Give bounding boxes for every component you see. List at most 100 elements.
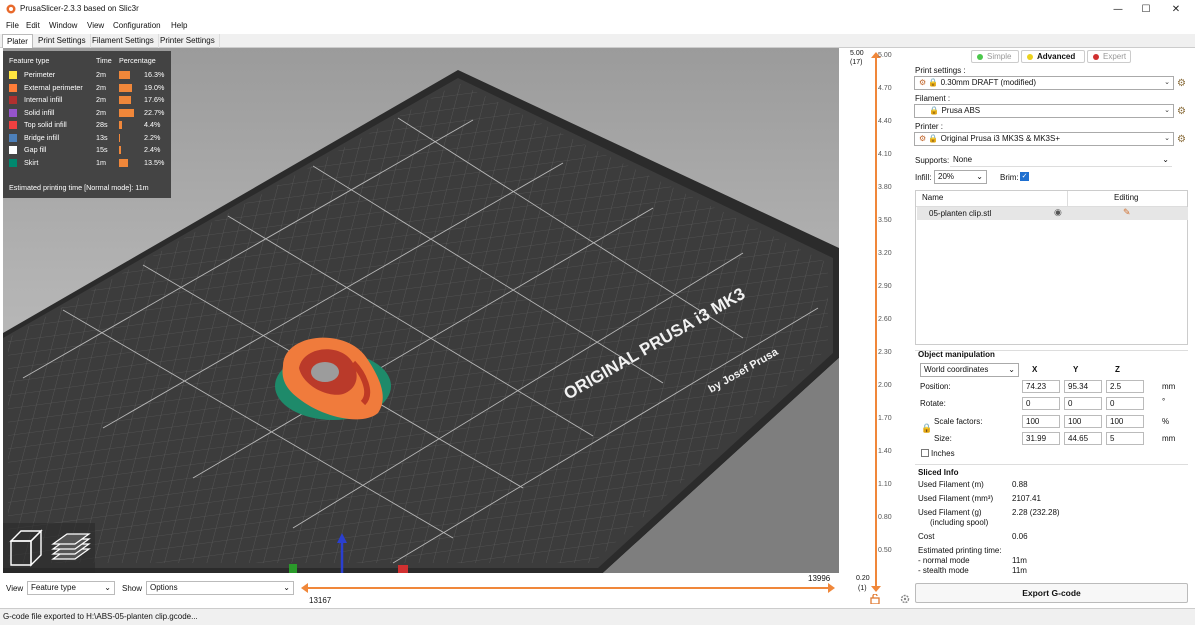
settings-cog-icon[interactable] (900, 594, 910, 604)
scale-unit: % (1162, 417, 1170, 426)
sliced-info-label: Estimated printing time: (918, 546, 1002, 555)
supports-select[interactable]: None ⌄ (950, 153, 1172, 167)
view-type-value: Feature type (31, 583, 76, 592)
slider-track[interactable] (875, 54, 877, 591)
maximize-button[interactable]: ☐ (1132, 2, 1160, 17)
legend-feature-time: 2m (96, 82, 106, 92)
coordinate-system-select[interactable]: World coordinates ⌄ (920, 363, 1019, 377)
menu-window[interactable]: Window (49, 21, 77, 30)
tab-plater[interactable]: Plater (2, 34, 33, 48)
eye-icon[interactable]: ◉ (1054, 207, 1062, 218)
legend-feature-time: 28s (96, 120, 108, 129)
print-settings-gear-icon[interactable]: ⚙ (1176, 78, 1187, 89)
view-type-select[interactable]: Feature type ⌄ (27, 581, 115, 595)
position-z-input[interactable]: 2.5 (1106, 380, 1144, 393)
legend-percentage-bar (119, 83, 132, 92)
printer-label: Printer : (915, 122, 944, 131)
slider-tick-label: 3.80 (878, 184, 892, 191)
position-y-input[interactable]: 95.34 (1064, 380, 1102, 393)
filament-select[interactable]: 🔒 Prusa ABS ⌄ (914, 104, 1174, 118)
show-options-value: Options (150, 583, 178, 592)
3d-view-icon[interactable] (9, 529, 43, 567)
legend-row: Skirt 1m 13.5% (3, 157, 171, 169)
layer-slider[interactable]: 5.00 (17) 5.00 4.70 4.40 4.10 3.80 3.50 3.20 2.… (840, 48, 910, 608)
slider-bottom-value: 0.20 (856, 575, 870, 582)
hslider-right-value: 13996 (808, 574, 831, 583)
object-row[interactable]: 05-planten clip.stl ◉ ✎ (917, 207, 1188, 220)
legend-percentage-bar (119, 71, 130, 79)
scale-y-input[interactable]: 100 (1064, 415, 1102, 428)
col-editing-header: Editing (1114, 193, 1139, 202)
axis-y-label: Y (1073, 365, 1079, 374)
infill-select[interactable]: 20% ⌄ (934, 170, 987, 184)
menu-view[interactable]: View (87, 21, 104, 30)
legend-percentage-bar (119, 158, 128, 167)
slider-bottom-thumb-icon[interactable] (869, 584, 883, 594)
mode-simple-button[interactable]: Simple (971, 50, 1019, 63)
legend-estimated-time: Estimated printing time [Normal mode]: 1… (9, 183, 149, 192)
filament-gear-icon[interactable]: ⚙ (1176, 106, 1187, 117)
mode-advanced-button[interactable]: Advanced (1021, 50, 1085, 63)
edit-icon[interactable]: ✎ (1123, 207, 1131, 218)
filament-label: Filament : (915, 94, 951, 103)
sliced-info-value: 2.28 (232.28) (1012, 508, 1060, 517)
hslider-left-thumb-icon[interactable] (300, 583, 310, 593)
menu-edit[interactable]: Edit (26, 21, 40, 30)
close-button[interactable]: ✕ (1162, 2, 1190, 17)
lock-icon[interactable] (870, 594, 880, 604)
hslider-right-thumb-icon[interactable] (826, 583, 836, 593)
size-x-input[interactable]: 31.99 (1022, 432, 1060, 445)
print-settings-select[interactable]: ⚙ 🔒 0.30mm DRAFT (modified) ⌄ (914, 76, 1174, 90)
legend-feature-time: 2m (96, 70, 106, 79)
menu-bar: File Edit Window View Configuration Help (0, 19, 1195, 34)
legend-header-time: Time (96, 56, 112, 65)
export-gcode-button[interactable]: Export G-code (915, 583, 1188, 603)
legend-row: Perimeter 2m 16.3% (3, 69, 171, 81)
sliced-info-title: Sliced Info (918, 468, 959, 477)
size-z-input[interactable]: 5 (1106, 432, 1144, 445)
menu-help[interactable]: Help (171, 21, 187, 30)
rotate-y-input[interactable]: 0 (1064, 397, 1102, 410)
legend-feature-name: Internal infill (24, 95, 63, 104)
view-toolbar (3, 523, 95, 573)
chevron-down-icon: ⌄ (976, 172, 983, 181)
slider-tick-label: 2.90 (878, 283, 892, 290)
sliced-info-label: Used Filament (mm³) (918, 494, 994, 503)
move-slider-track[interactable] (305, 587, 833, 589)
size-y-input[interactable]: 44.65 (1064, 432, 1102, 445)
tab-print-settings[interactable]: Print Settings (34, 34, 91, 48)
sliced-info-label: (including spool) (930, 518, 989, 527)
show-options-select[interactable]: Options ⌄ (146, 581, 294, 595)
legend-row: External perimeter 2m 19.0% (3, 82, 171, 94)
sliced-info-value: 0.06 (1012, 532, 1028, 541)
size-unit: mm (1162, 434, 1176, 443)
mode-expert-button[interactable]: Expert (1087, 50, 1131, 63)
legend-feature-time: 15s (96, 145, 108, 154)
lock-icon: 🔒 (928, 134, 939, 143)
red-dot-icon (1093, 53, 1099, 60)
scale-x-input[interactable]: 100 (1022, 415, 1060, 428)
position-label: Position: (920, 382, 951, 391)
sliced-info-value: 11m (1012, 566, 1027, 575)
legend-row: Top solid infill 28s 4.4% (3, 119, 171, 131)
tab-filament-settings[interactable]: Filament Settings (88, 34, 159, 48)
chevron-down-icon: ⌄ (1164, 107, 1170, 114)
layers-view-icon[interactable] (51, 533, 91, 560)
printer-gear-icon[interactable]: ⚙ (1176, 134, 1187, 145)
lock-scale-icon[interactable]: 🔒 (921, 423, 932, 434)
inches-checkbox[interactable] (921, 449, 929, 457)
brim-checkbox[interactable]: ✓ (1020, 172, 1029, 181)
menu-file[interactable]: File (6, 21, 19, 30)
printer-select[interactable]: ⚙ 🔒 Original Prusa i3 MK3S & MK3S+ ⌄ (914, 132, 1174, 146)
scale-z-input[interactable]: 100 (1106, 415, 1144, 428)
minimize-button[interactable]: — (1104, 2, 1132, 17)
rotate-z-input[interactable]: 0 (1106, 397, 1144, 410)
rotate-x-input[interactable]: 0 (1022, 397, 1060, 410)
tab-printer-settings[interactable]: Printer Settings (156, 34, 220, 48)
lock-icon: 🔒 (928, 78, 939, 87)
position-x-input[interactable]: 74.23 (1022, 380, 1060, 393)
sliced-info-value: 11m (1012, 556, 1027, 565)
menu-configuration[interactable]: Configuration (113, 21, 161, 30)
slider-tick-label: 1.10 (878, 481, 892, 488)
chevron-down-icon: ⌄ (1164, 79, 1170, 86)
